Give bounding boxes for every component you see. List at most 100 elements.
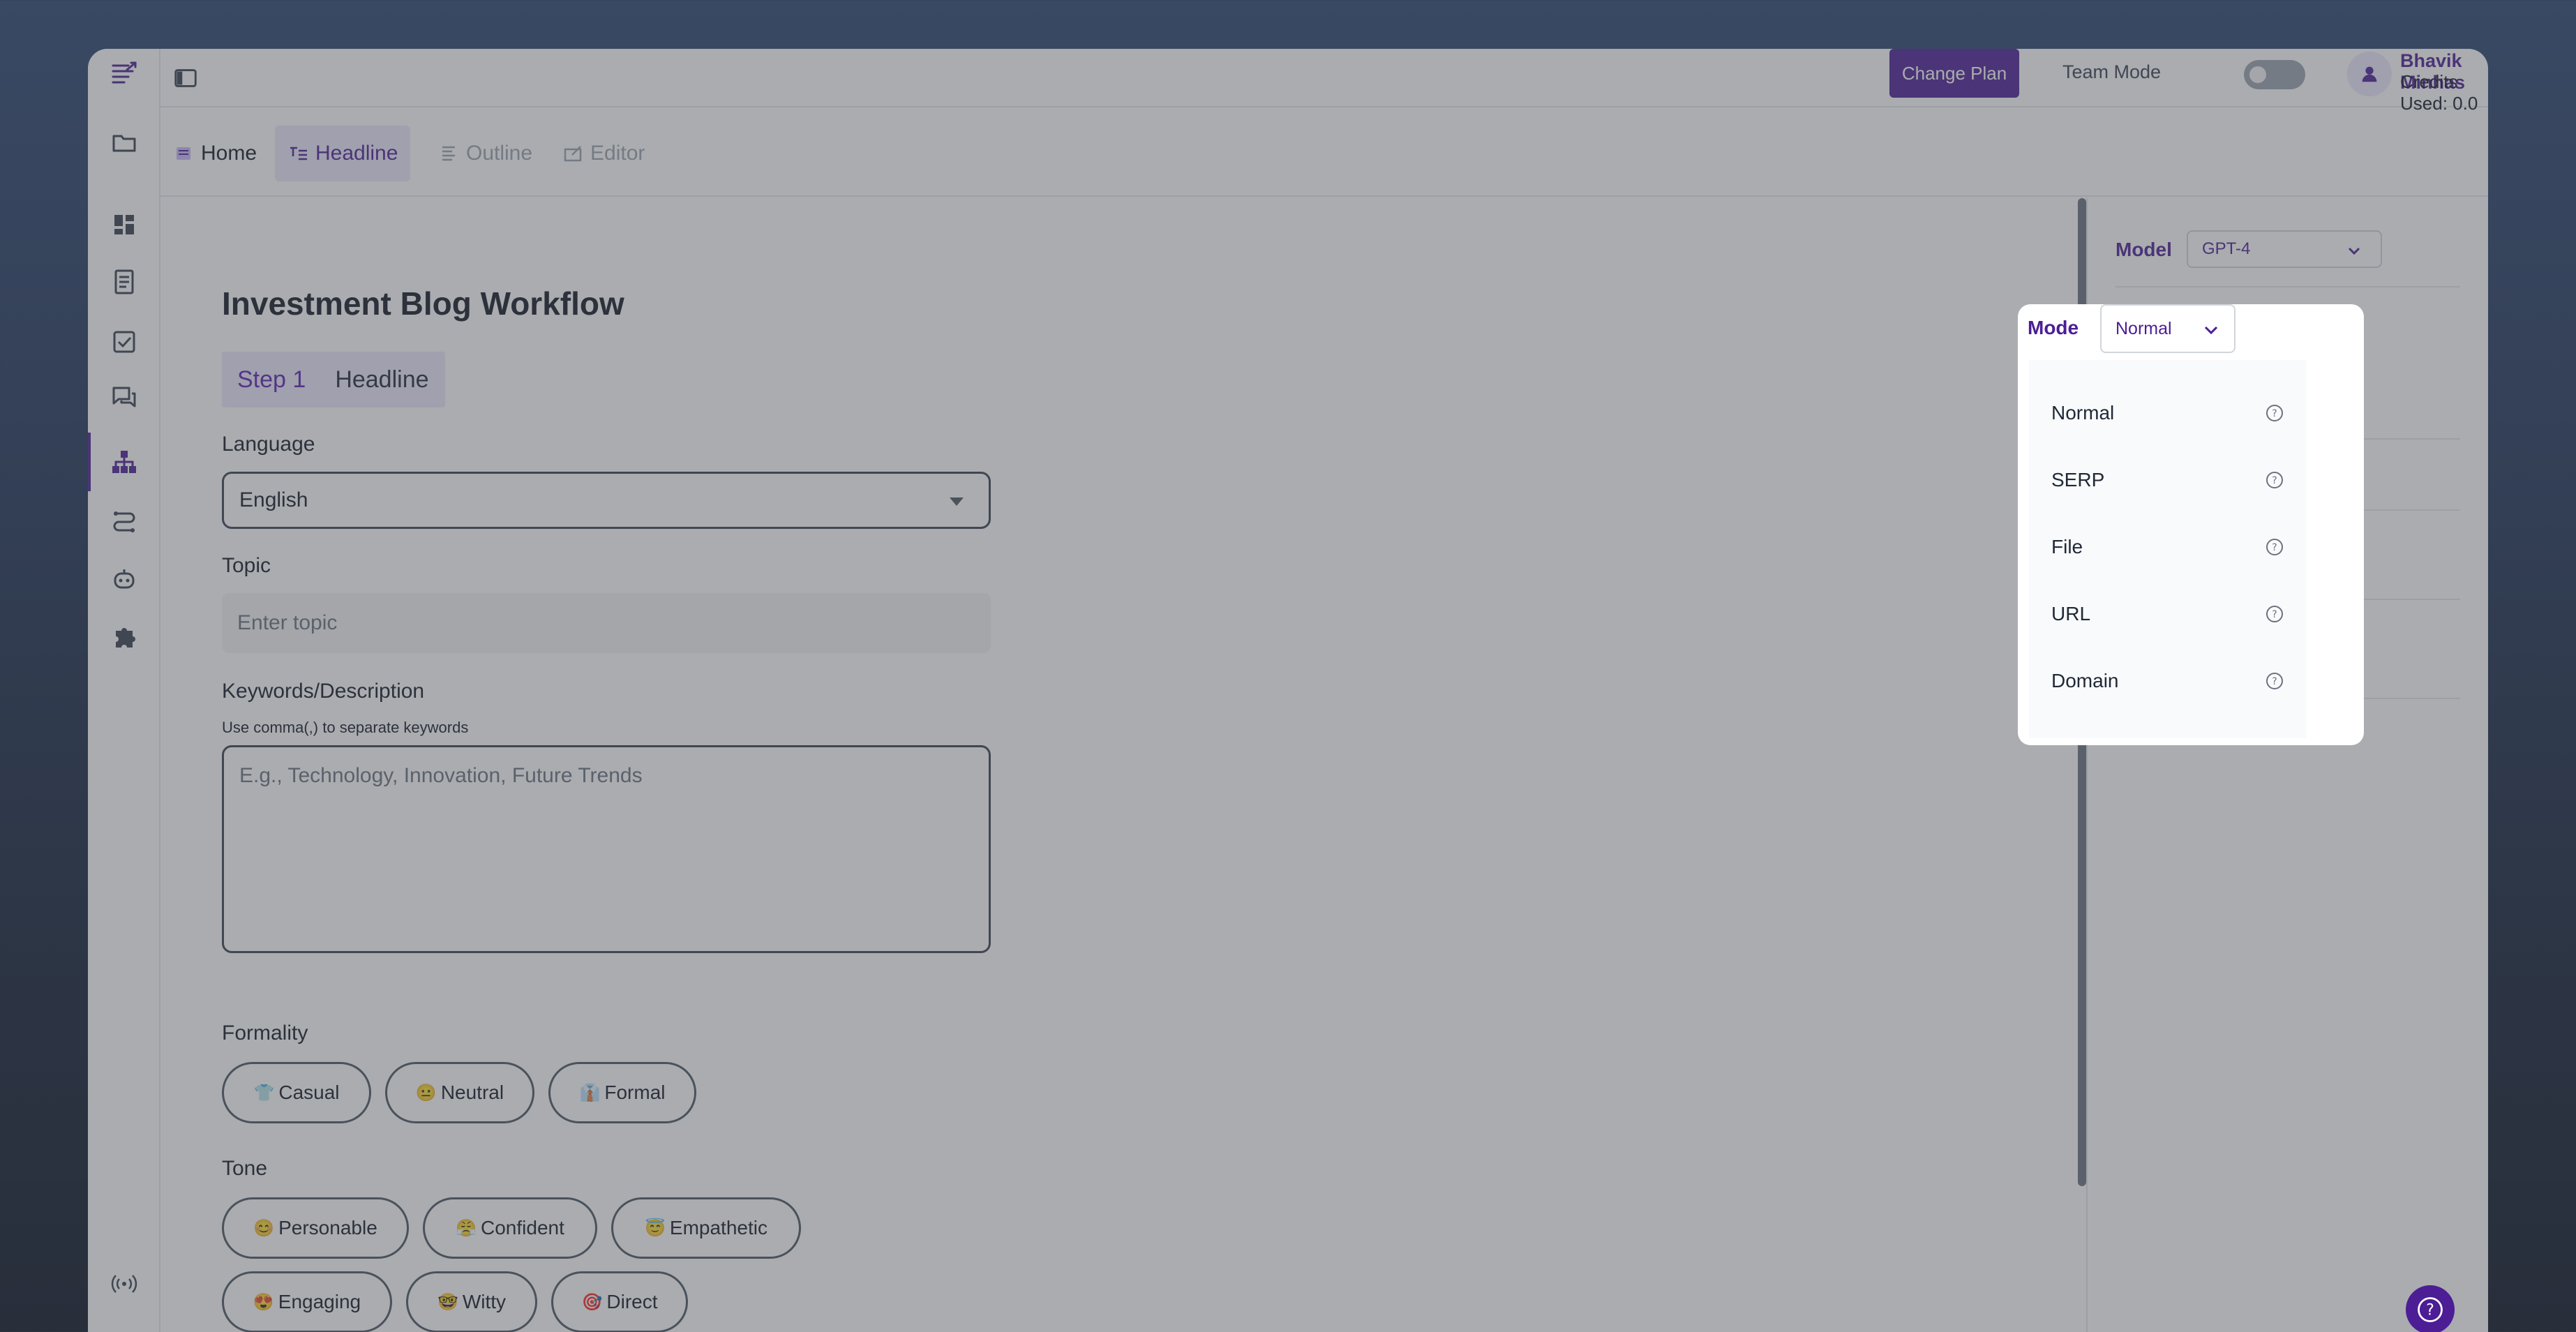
tone-chip-direct[interactable]: 🎯 Direct: [551, 1271, 688, 1332]
chip-label: Confident: [481, 1217, 564, 1239]
target-icon: 🎯: [581, 1292, 603, 1312]
step-indicator: Step 1 Headline: [222, 352, 445, 407]
tone-chip-witty[interactable]: 🤓 Witty: [406, 1271, 537, 1332]
page-title: Investment Blog Workflow: [222, 285, 624, 322]
home-tab-icon: [177, 147, 190, 160]
mode-option-domain[interactable]: Domain ?: [2029, 653, 2307, 709]
topic-input[interactable]: Enter topic: [222, 593, 991, 653]
smile-icon: 😊: [253, 1218, 275, 1238]
option-label: SERP: [2051, 469, 2105, 491]
divider: [2116, 286, 2460, 287]
tone-label: Tone: [222, 1157, 268, 1180]
formality-chip-neutral[interactable]: 😐 Neutral: [385, 1062, 534, 1123]
help-button[interactable]: ?: [2406, 1285, 2455, 1332]
chip-label: Personable: [278, 1217, 377, 1239]
active-indicator: [88, 433, 91, 491]
routes-icon[interactable]: [109, 505, 140, 536]
suit-icon: 👔: [579, 1083, 601, 1102]
formality-label: Formality: [222, 1022, 308, 1045]
tone-chip-personable[interactable]: 😊 Personable: [222, 1197, 409, 1259]
option-label: URL: [2051, 603, 2091, 624]
language-label: Language: [222, 433, 315, 456]
svg-text:?: ?: [2272, 542, 2277, 553]
logo-icon[interactable]: [109, 57, 140, 88]
svg-text:?: ?: [2272, 408, 2277, 419]
keywords-textarea[interactable]: E.g., Technology, Innovation, Future Tre…: [222, 745, 991, 953]
help-circle-icon[interactable]: ?: [2265, 470, 2284, 490]
dashboard-icon[interactable]: [109, 209, 140, 240]
tone-chip-engaging[interactable]: 😍 Engaging: [222, 1271, 392, 1332]
avatar[interactable]: [2347, 52, 2392, 96]
broadcast-icon[interactable]: [109, 1269, 140, 1299]
option-label: File: [2051, 536, 2083, 558]
tab-editor[interactable]: Editor: [550, 126, 657, 181]
model-label: Model: [2116, 239, 2172, 260]
sidebar-toggle-icon[interactable]: [170, 63, 201, 93]
mode-select[interactable]: Normal: [2100, 304, 2236, 353]
tab-outline-label: Outline: [466, 142, 533, 165]
change-plan-button[interactable]: Change Plan: [1889, 49, 2019, 98]
tab-headline[interactable]: Headline: [275, 126, 411, 181]
tab-home[interactable]: Home: [160, 126, 269, 181]
model-select[interactable]: GPT-4: [2187, 230, 2382, 268]
nerd-face-icon: 🤓: [437, 1292, 458, 1312]
option-label: Domain: [2051, 670, 2119, 691]
icon-rail: [88, 49, 160, 1332]
tab-outline[interactable]: Outline: [426, 126, 545, 181]
tab-home-label: Home: [201, 142, 257, 165]
top-bar: Change Plan Team Mode Bhavik Minhas Cred…: [160, 49, 2488, 114]
keywords-label: Keywords/Description: [222, 680, 425, 703]
mode-dropdown: Mode Normal Normal ? SERP ? File ? URL ?…: [2018, 304, 2364, 745]
help-circle-icon[interactable]: ?: [2265, 403, 2284, 423]
mode-value: Normal: [2116, 318, 2172, 338]
step-number: Step 1: [237, 366, 306, 393]
tab-headline-label: Headline: [315, 142, 398, 165]
team-mode-label: Team Mode: [2062, 61, 2162, 82]
puzzle-icon[interactable]: [109, 621, 140, 652]
chat-icon[interactable]: [109, 382, 140, 413]
heart-eyes-icon: 😍: [253, 1292, 274, 1312]
chevron-down-icon: [2348, 247, 2360, 255]
formality-chip-formal[interactable]: 👔 Formal: [548, 1062, 696, 1123]
keywords-hint: Use comma(,) to separate keywords: [222, 719, 469, 736]
mode-option-url[interactable]: URL ?: [2029, 586, 2307, 642]
help-circle-icon[interactable]: ?: [2265, 671, 2284, 691]
workflow-icon[interactable]: [109, 447, 140, 477]
outline-tab-icon: [442, 146, 455, 161]
chip-label: Formal: [604, 1082, 666, 1103]
editor-tab-icon: [564, 146, 582, 162]
team-mode-toggle[interactable]: [2244, 60, 2305, 89]
headline-tab-icon: [290, 147, 307, 160]
halo-face-icon: 😇: [645, 1218, 666, 1238]
chip-label: Engaging: [278, 1291, 361, 1312]
chip-label: Neutral: [440, 1082, 504, 1103]
help-icon: ?: [2418, 1297, 2443, 1322]
folder-icon[interactable]: [109, 127, 140, 158]
tone-chip-empathetic[interactable]: 😇 Empathetic: [611, 1197, 801, 1259]
language-value: English: [239, 488, 308, 511]
help-circle-icon[interactable]: ?: [2265, 537, 2284, 557]
svg-text:?: ?: [2272, 609, 2277, 620]
mode-option-file[interactable]: File ?: [2029, 519, 2307, 575]
chip-label: Casual: [278, 1082, 340, 1103]
help-circle-icon[interactable]: ?: [2265, 604, 2284, 624]
main-content: Investment Blog Workflow Step 1 Headline…: [160, 198, 2086, 1332]
chip-label: Direct: [606, 1291, 658, 1312]
svg-text:?: ?: [2272, 475, 2277, 486]
documents-icon[interactable]: [109, 267, 140, 297]
formality-chip-casual[interactable]: 👕 Casual: [222, 1062, 371, 1123]
workflow-tabs: Home Headline Outline Editor: [160, 109, 2488, 197]
bot-icon[interactable]: [109, 564, 140, 594]
mode-option-normal[interactable]: Normal ?: [2029, 385, 2307, 441]
chip-label: Empathetic: [669, 1217, 767, 1239]
tone-chip-confident[interactable]: 😤 Confident: [423, 1197, 597, 1259]
chevron-down-icon[interactable]: [2485, 61, 2488, 84]
tab-editor-label: Editor: [590, 142, 645, 165]
mode-label: Mode: [2028, 317, 2079, 338]
mode-option-serp[interactable]: SERP ?: [2029, 452, 2307, 508]
chip-label: Witty: [462, 1291, 507, 1312]
confident-face-icon: 😤: [456, 1218, 477, 1238]
language-select[interactable]: English: [222, 472, 991, 529]
caret-down-icon: [950, 497, 964, 506]
tasks-icon[interactable]: [109, 327, 140, 357]
